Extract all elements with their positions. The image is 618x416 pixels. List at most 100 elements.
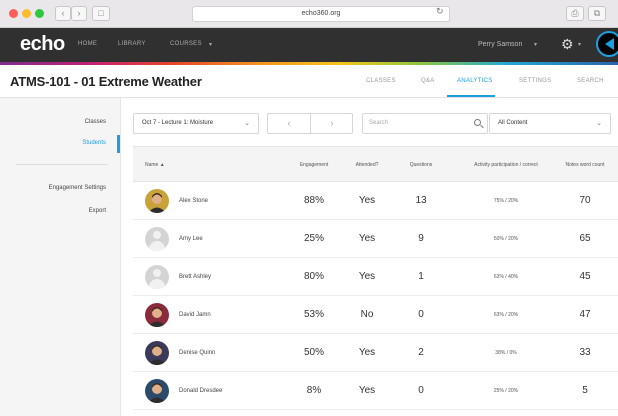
- search-placeholder: Search: [369, 120, 389, 126]
- minimize-window-button[interactable]: [22, 9, 31, 18]
- notes-value: 65: [579, 233, 591, 244]
- content-filter-value: All Content: [498, 120, 528, 126]
- students-table: Name ▲ Engagement Attended? Questions Ac…: [133, 146, 618, 410]
- analytics-sidebar: Classes Students Engagement Settings Exp…: [0, 98, 121, 416]
- gear-icon[interactable]: ⚙: [561, 36, 574, 53]
- avatar: [145, 379, 169, 403]
- course-title: ATMS-101 - 01 Extreme Weather: [10, 74, 202, 89]
- questions-value: 9: [418, 233, 424, 244]
- questions-value: 0: [418, 309, 424, 320]
- column-header-attended[interactable]: Attended?: [339, 147, 395, 183]
- gear-chevron-down-icon[interactable]: ▾: [578, 41, 581, 48]
- lecture-select[interactable]: Oct 7 - Lecture 1: Moisture ⌄: [133, 113, 259, 134]
- activity-value: 25% / 20%: [493, 388, 519, 394]
- sidebar-item-classes[interactable]: Classes: [85, 119, 106, 125]
- sidebar-item-engagement-settings[interactable]: Engagement Settings: [49, 185, 106, 191]
- share-button[interactable]: ⎙: [566, 6, 584, 21]
- tab-qa[interactable]: Q&A: [421, 78, 435, 84]
- table-row[interactable]: Brett Ashley 80% Yes 1 63% / 40% 45: [133, 258, 618, 296]
- student-name[interactable]: Amy Lee: [179, 220, 203, 258]
- table-row[interactable]: Amy Lee 25% Yes 9 50% / 20% 65: [133, 220, 618, 258]
- student-name[interactable]: Brett Ashley: [179, 258, 211, 296]
- questions-value: 13: [415, 195, 427, 206]
- avatar: [145, 189, 169, 213]
- avatar-placeholder-icon: [145, 265, 169, 289]
- activity-value: 75% / 20%: [493, 198, 519, 204]
- previous-lecture-button[interactable]: ‹: [268, 114, 310, 133]
- questions-value: 2: [418, 347, 424, 358]
- avatar: [145, 341, 169, 365]
- student-name[interactable]: David Jamn: [179, 296, 211, 334]
- attended-value: Yes: [358, 233, 376, 244]
- search-input[interactable]: Search: [362, 113, 488, 134]
- nav-library[interactable]: LIBRARY: [118, 41, 146, 47]
- sidebar-item-students[interactable]: Students: [82, 140, 106, 146]
- column-header-activity[interactable]: Activity participation / correct: [469, 147, 543, 183]
- tab-search[interactable]: SEARCH: [577, 78, 604, 84]
- column-header-engagement[interactable]: Engagement: [281, 147, 347, 183]
- questions-value: 0: [418, 385, 424, 396]
- table-header-row: Name ▲ Engagement Attended? Questions Ac…: [133, 146, 618, 182]
- activity-value: 63% / 40%: [493, 274, 519, 280]
- sidebar-item-export[interactable]: Export: [89, 208, 106, 214]
- browser-back-button[interactable]: ‹: [55, 6, 71, 21]
- browser-sidebar-button[interactable]: □: [92, 6, 110, 21]
- browser-toolbar: ‹ › □ echo360.org ↻ ⎙ ⧉: [0, 0, 618, 28]
- nav-courses[interactable]: COURSES: [170, 41, 202, 47]
- close-window-button[interactable]: [9, 9, 18, 18]
- user-menu[interactable]: Perry Samson: [478, 41, 522, 48]
- table-row[interactable]: David Jamn 53% No 0 63% / 20% 47: [133, 296, 618, 334]
- tab-analytics[interactable]: ANALYTICS: [457, 78, 493, 84]
- zoom-window-button[interactable]: [35, 9, 44, 18]
- tab-classes[interactable]: CLASSES: [366, 78, 396, 84]
- collapse-panel-icon[interactable]: [596, 31, 618, 57]
- activity-value: 63% / 20%: [493, 312, 519, 318]
- attended-value: Yes: [358, 347, 376, 358]
- tab-settings[interactable]: SETTINGS: [519, 78, 551, 84]
- active-tab-indicator: [447, 95, 495, 97]
- attended-value: No: [360, 309, 374, 320]
- activity-value: 50% / 20%: [493, 236, 519, 242]
- notes-value: 45: [579, 271, 591, 282]
- engagement-value: 50%: [303, 347, 324, 358]
- table-row[interactable]: Donald Dresdee 8% Yes 0 25% / 20% 5: [133, 372, 618, 410]
- nav-home[interactable]: HOME: [78, 41, 97, 47]
- browser-forward-button[interactable]: ›: [71, 6, 87, 21]
- column-header-notes[interactable]: Notes word count: [563, 147, 607, 183]
- courses-chevron-down-icon[interactable]: ▾: [209, 41, 212, 48]
- echo-logo[interactable]: echo: [20, 33, 65, 56]
- engagement-value: 80%: [303, 271, 324, 282]
- address-bar[interactable]: echo360.org: [192, 6, 450, 22]
- engagement-value: 88%: [303, 195, 324, 206]
- activity-value: 38% / 0%: [495, 350, 517, 356]
- tabs-overview-button[interactable]: ⧉: [588, 6, 606, 21]
- content-filter-select[interactable]: All Content ⌄: [489, 113, 611, 134]
- attended-value: Yes: [358, 385, 376, 396]
- attended-value: Yes: [358, 195, 376, 206]
- app-top-nav: echo HOME LIBRARY COURSES ▾ Perry Samson…: [0, 28, 618, 62]
- search-icon[interactable]: [474, 119, 481, 126]
- student-name[interactable]: Donald Dresdee: [179, 372, 222, 410]
- sidebar-active-indicator: [117, 135, 120, 153]
- attended-value: Yes: [358, 271, 376, 282]
- user-chevron-down-icon[interactable]: ▾: [534, 41, 537, 48]
- questions-value: 1: [418, 271, 424, 282]
- student-name[interactable]: Alex Stone: [179, 182, 208, 220]
- notes-value: 33: [579, 347, 591, 358]
- avatar-placeholder-icon: [145, 227, 169, 251]
- avatar: [145, 303, 169, 327]
- table-row[interactable]: Denise Quinn 50% Yes 2 38% / 0% 33: [133, 334, 618, 372]
- column-header-name[interactable]: Name ▲: [145, 147, 205, 183]
- chevron-down-icon: ⌄: [596, 120, 602, 127]
- notes-value: 70: [579, 195, 591, 206]
- next-lecture-button[interactable]: ›: [311, 114, 353, 133]
- engagement-value: 53%: [303, 309, 324, 320]
- column-header-questions[interactable]: Questions: [395, 147, 447, 183]
- reload-icon[interactable]: ↻: [436, 6, 444, 17]
- sidebar-divider: [16, 164, 108, 165]
- student-name[interactable]: Denise Quinn: [179, 334, 215, 372]
- course-header: ATMS-101 - 01 Extreme Weather CLASSES Q&…: [0, 65, 618, 98]
- table-row[interactable]: Alex Stone 88% Yes 13 75% / 20% 70: [133, 182, 618, 220]
- lecture-select-value: Oct 7 - Lecture 1: Moisture: [142, 120, 214, 126]
- engagement-value: 8%: [306, 385, 322, 396]
